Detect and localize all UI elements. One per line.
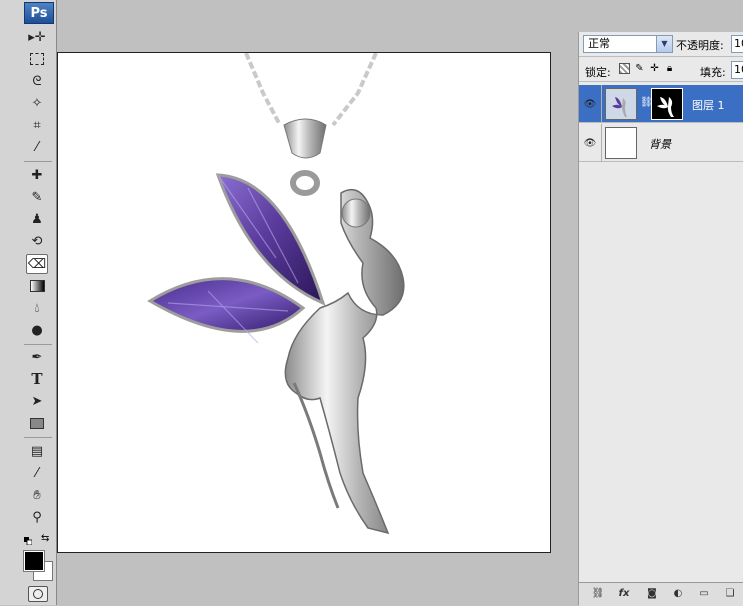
eye-icon[interactable]: 👁︎ <box>579 85 602 123</box>
blend-mode-select[interactable]: 正常 ▼ <box>583 35 673 53</box>
dodge-tool-icon[interactable]: ● <box>26 320 48 340</box>
quick-mask-button[interactable] <box>28 586 48 602</box>
layer-row[interactable]: 👁︎ 背景 <box>579 124 743 162</box>
notes-tool-icon[interactable]: ▤ <box>26 441 48 461</box>
tools-panel: Ps ▸✛ ᘓ ✧ ⌗ ⁄ ✚ ✎ ♟ ⟲ ⌫ 💧︎ ● ✒ T ➤ ▤ ⁄ ✋… <box>0 0 57 605</box>
opacity-input[interactable]: 10 <box>731 35 743 53</box>
hand-tool-icon[interactable]: ✋︎ <box>26 485 48 505</box>
blend-mode-value: 正常 <box>588 37 610 50</box>
marquee-tool-icon[interactable] <box>26 49 48 69</box>
clone-stamp-tool-icon[interactable]: ♟ <box>26 209 48 229</box>
magic-wand-tool-icon[interactable]: ✧ <box>26 93 48 113</box>
eyedropper-tool-icon[interactable]: ⁄ <box>26 463 48 483</box>
new-layer-icon[interactable]: ❏ <box>723 588 737 600</box>
brush-tool-icon[interactable]: ✎ <box>26 187 48 207</box>
blur-tool-icon[interactable]: 💧︎ <box>26 298 48 318</box>
new-group-icon[interactable]: ▭ <box>697 588 711 600</box>
lock-position-icon[interactable]: ✛ <box>649 63 660 74</box>
tool-separator <box>24 161 52 162</box>
tool-separator <box>24 344 52 345</box>
eraser-tool-icon[interactable]: ⌫ <box>26 254 48 274</box>
lock-label: 锁定: <box>585 66 611 79</box>
lock-transparency-icon[interactable] <box>619 63 630 74</box>
layer-mask-thumbnail[interactable] <box>651 88 683 120</box>
fill-label: 填充: <box>700 66 726 79</box>
crop-tool-icon[interactable]: ⌗ <box>26 115 48 135</box>
swap-colors-icon[interactable]: ⇆ <box>41 533 49 544</box>
lock-all-icon[interactable]: 🔒︎ <box>664 63 675 74</box>
slice-tool-icon[interactable]: ⁄ <box>26 137 48 157</box>
move-tool-icon[interactable]: ▸✛ <box>26 27 48 47</box>
layer-name: 图层 1 <box>692 99 725 112</box>
pen-tool-icon[interactable]: ✒ <box>26 347 48 367</box>
history-brush-tool-icon[interactable]: ⟲ <box>26 231 48 251</box>
layer-thumbnail <box>605 127 637 159</box>
link-layers-icon[interactable]: ⛓︎ <box>591 588 605 600</box>
lock-options-row: 锁定: ✎ ✛ 🔒︎ 填充: 10 <box>579 57 743 82</box>
zoom-tool-icon[interactable]: ⚲ <box>26 507 48 527</box>
layers-panel: 正常 ▼ 不透明度: 10 锁定: ✎ ✛ 🔒︎ 填充: 10 👁︎ ⛓︎ <box>578 32 743 606</box>
lock-pixels-icon[interactable]: ✎ <box>634 63 645 74</box>
lasso-tool-icon[interactable]: ᘓ <box>26 71 48 91</box>
default-colors-icon[interactable] <box>24 535 33 546</box>
eye-icon[interactable]: 👁︎ <box>579 124 602 162</box>
healing-brush-tool-icon[interactable]: ✚ <box>26 165 48 185</box>
layer-style-icon[interactable]: fx <box>617 588 631 600</box>
tool-separator <box>24 437 52 438</box>
layers-panel-footer: ⛓︎ fx ◙ ◐ ▭ ❏ <box>579 582 743 606</box>
document-canvas[interactable] <box>57 52 551 553</box>
foreground-color-swatch[interactable] <box>23 550 45 572</box>
opacity-label: 不透明度: <box>676 39 724 52</box>
gradient-tool-icon[interactable] <box>26 276 48 296</box>
fairy-pendant-image <box>147 53 405 535</box>
fill-input[interactable]: 10 <box>731 61 743 79</box>
layer-options-row: 正常 ▼ 不透明度: 10 <box>579 32 743 57</box>
layer-row[interactable]: 👁︎ ⛓︎ 图层 1 <box>579 85 743 123</box>
type-tool-icon[interactable]: T <box>26 369 48 389</box>
add-mask-icon[interactable]: ◙ <box>645 588 659 600</box>
path-selection-tool-icon[interactable]: ➤ <box>26 391 48 411</box>
layer-thumbnail <box>605 88 637 120</box>
photoshop-logo[interactable]: Ps <box>24 2 54 24</box>
layer-name: 背景 <box>649 138 671 151</box>
adjustment-layer-icon[interactable]: ◐ <box>671 588 685 600</box>
chevron-down-icon[interactable]: ▼ <box>656 36 672 52</box>
shape-tool-icon[interactable] <box>26 413 48 433</box>
quick-mask-icon <box>33 589 43 599</box>
